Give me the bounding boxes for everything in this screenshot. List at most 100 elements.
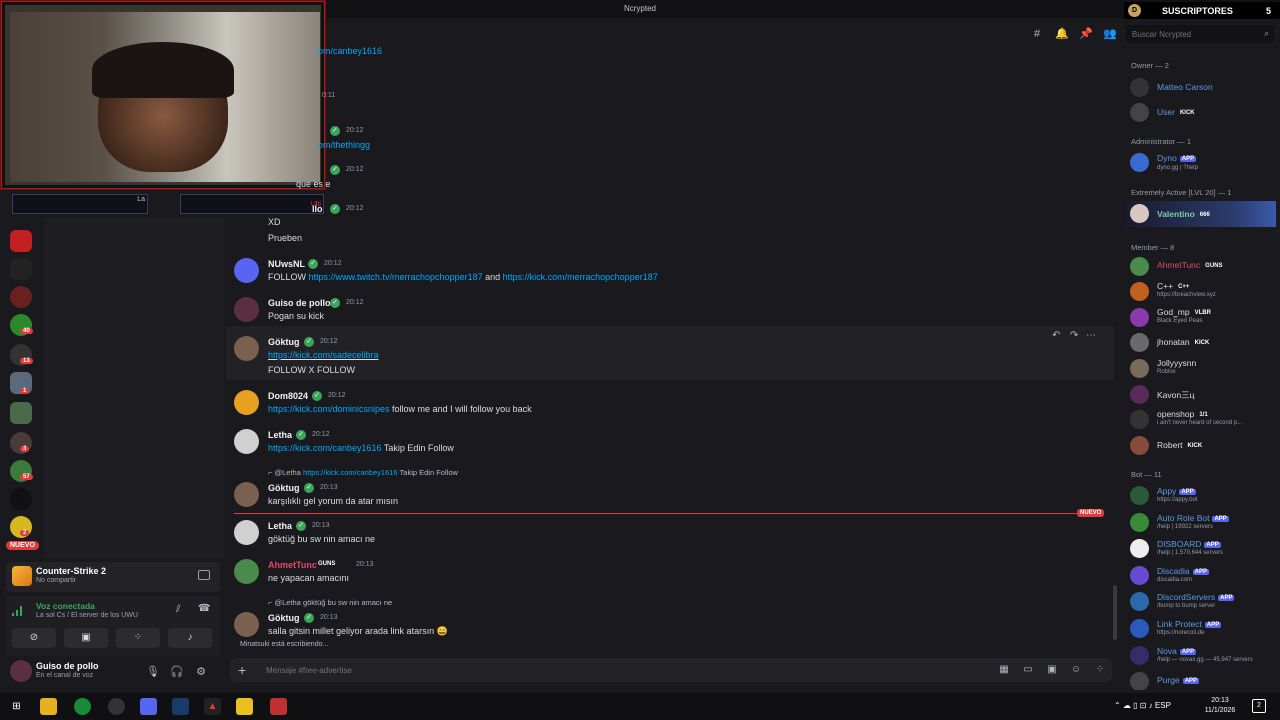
system-tray[interactable]: ⌃ ☁ ▯ ⊡ ♪ ESP — [1114, 701, 1171, 710]
member-item[interactable]: Link Protect APP https://norecoil.de — [1130, 617, 1278, 639]
discord-icon[interactable] — [140, 698, 157, 715]
server-icon[interactable] — [10, 402, 32, 424]
member-item[interactable]: Jollyyysnn Roblox — [1130, 357, 1278, 379]
message-link[interactable]: https://kick.com/merrachopchopper187 — [503, 272, 658, 282]
clock[interactable]: 20:13 11/1/2026 — [1200, 696, 1240, 716]
server-icon[interactable] — [10, 258, 32, 280]
microphone-icon[interactable]: 🎙 — [146, 665, 160, 679]
screen-share-button[interactable]: ▣ — [64, 628, 108, 648]
steam-icon[interactable] — [172, 698, 189, 715]
file-explorer-icon[interactable] — [40, 698, 57, 715]
avatar[interactable] — [234, 336, 259, 361]
message-link[interactable]: om/thethingg — [318, 140, 370, 150]
noise-suppression-icon[interactable]: ⫽ — [176, 604, 180, 615]
user-status: En el canal de voz — [36, 672, 94, 679]
author-name[interactable]: Guiso de pollo — [268, 298, 331, 308]
app-icon[interactable] — [108, 698, 125, 715]
avatar[interactable] — [234, 390, 259, 415]
bell-icon[interactable]: 🔔 — [1055, 28, 1069, 40]
soundboard-button[interactable]: ♪ — [168, 628, 212, 648]
avatar[interactable] — [234, 297, 259, 322]
server-icon[interactable] — [10, 286, 32, 308]
author-name[interactable]: Dom8024 — [268, 391, 308, 401]
server-icon[interactable] — [10, 488, 32, 510]
gif-icon[interactable]: ▭ — [1022, 664, 1034, 676]
notifications-icon[interactable]: 2 — [1252, 699, 1266, 713]
voice-channel[interactable]: La sol Cs / El server de los UWU — [36, 612, 138, 619]
member-item[interactable]: Auto Role Bot APP/help | 19922 servers — [1130, 511, 1278, 533]
threads-icon[interactable]: # — [1031, 28, 1043, 40]
message-link[interactable]: https://kick.com/sadecelibra — [268, 350, 379, 360]
member-item[interactable]: AhmetTunc GUNS — [1130, 255, 1278, 277]
author-name[interactable]: Letha — [268, 430, 292, 440]
author-name[interactable]: NUwsNL — [268, 259, 305, 269]
app-icon[interactable]: ▲ — [204, 698, 221, 715]
member-item[interactable]: Purge APP — [1130, 670, 1278, 690]
message-link[interactable]: https://www.twitch.tv/merrachopchopper18… — [309, 272, 483, 282]
message-link[interactable]: https://kick.com/canbey1616 — [268, 443, 382, 453]
gear-icon[interactable]: ⚙ — [194, 665, 208, 679]
member-item[interactable]: God_mp VLBR Black Eyed Peas — [1130, 306, 1278, 328]
activities-button[interactable]: ⁘ — [116, 628, 160, 648]
avatar[interactable] — [234, 559, 259, 584]
member-item[interactable]: Dyno APP dyno.gg | ?help — [1130, 151, 1278, 173]
avatar[interactable] — [234, 612, 259, 637]
screen-share-icon[interactable] — [198, 570, 210, 580]
search-box[interactable]: ⌕ — [1126, 25, 1274, 43]
user-name[interactable]: Guiso de pollo — [36, 661, 99, 671]
member-item[interactable]: User KICK — [1130, 101, 1278, 123]
new-servers-badge[interactable]: NUEVO — [6, 541, 39, 550]
author-name[interactable]: AhmetTunc — [268, 560, 317, 570]
avatar[interactable] — [234, 520, 259, 545]
member-item[interactable]: Nova APP/help — novax.gg — 45,947 servers — [1130, 644, 1278, 666]
camera-button[interactable]: ⊘ — [12, 628, 56, 648]
author-name[interactable]: Göktug — [268, 337, 300, 347]
message-link[interactable]: https://kick.com/dominicsnipes — [268, 404, 390, 414]
author-name[interactable]: Letha — [268, 521, 292, 531]
reply-preview[interactable]: ⌐ @Letha https://kick.com/canbey1616 Tak… — [268, 468, 458, 477]
author-name[interactable]: Göktug — [268, 613, 300, 623]
member-item[interactable]: DiscordServers APP/bump to bump server — [1130, 590, 1278, 612]
headphones-icon[interactable]: 🎧 — [170, 665, 184, 679]
member-item[interactable]: C++ C++ https://breachview.xyz — [1130, 280, 1278, 302]
member-item[interactable]: Kavon三ц — [1130, 383, 1278, 405]
gift-icon[interactable]: ▦ — [998, 664, 1010, 676]
sticker-icon[interactable]: ▣ — [1046, 664, 1058, 676]
signal-icon[interactable] — [12, 606, 22, 616]
author-name[interactable]: Göktug — [268, 483, 300, 493]
author-name[interactable]: llo — [312, 204, 323, 214]
members-icon[interactable]: 👥 — [1103, 28, 1117, 40]
chrome-icon[interactable] — [74, 698, 91, 715]
member-item[interactable]: openshop 1/1 i ain't never heard of second… — [1130, 408, 1278, 430]
pin-icon[interactable]: 📌 — [1079, 28, 1093, 40]
plus-icon[interactable]: + — [238, 662, 246, 678]
windows-start-icon[interactable]: ⊞ — [8, 698, 25, 715]
apps-icon[interactable]: ⁘ — [1094, 664, 1106, 676]
forward-icon[interactable]: ↷ — [1070, 330, 1078, 341]
disconnect-icon[interactable]: ☎ — [198, 603, 210, 614]
member-item[interactable]: DISBOARD APP/help | 1,570,644 servers — [1130, 537, 1278, 559]
game-activity[interactable]: Counter-Strike 2 No compartir — [6, 562, 220, 592]
member-item[interactable]: Matteo Carson — [1130, 76, 1278, 98]
more-icon[interactable]: ⋯ — [1086, 330, 1096, 341]
chat-scrollbar[interactable] — [1113, 585, 1117, 640]
message-link[interactable]: om/canbey1616 — [318, 46, 382, 56]
brave-icon[interactable] — [270, 698, 287, 715]
avatar[interactable] — [234, 429, 259, 454]
member-item[interactable]: Appy APP https://appy.bot — [1130, 484, 1278, 506]
new-messages-divider — [234, 513, 1104, 514]
server-icon[interactable] — [10, 230, 32, 252]
message-input[interactable] — [266, 658, 866, 682]
member-item[interactable]: Robert KICK — [1130, 434, 1278, 456]
search-input[interactable] — [1126, 25, 1246, 43]
avatar[interactable] — [234, 258, 259, 283]
app-icon[interactable] — [236, 698, 253, 715]
member-item[interactable]: Discadia APP discadia.com — [1130, 564, 1278, 586]
reply-preview[interactable]: ⌐ @Letha göktüğ bu sw nin amacı ne — [268, 598, 392, 607]
reply-icon[interactable]: ↶ — [1052, 330, 1060, 341]
member-item[interactable]: jhonatan KICK — [1130, 331, 1278, 353]
emoji-icon[interactable]: ☺ — [1070, 664, 1082, 676]
member-item-boosted[interactable]: Valentino 666 — [1126, 201, 1276, 227]
avatar[interactable] — [234, 482, 259, 507]
avatar[interactable] — [10, 660, 32, 682]
